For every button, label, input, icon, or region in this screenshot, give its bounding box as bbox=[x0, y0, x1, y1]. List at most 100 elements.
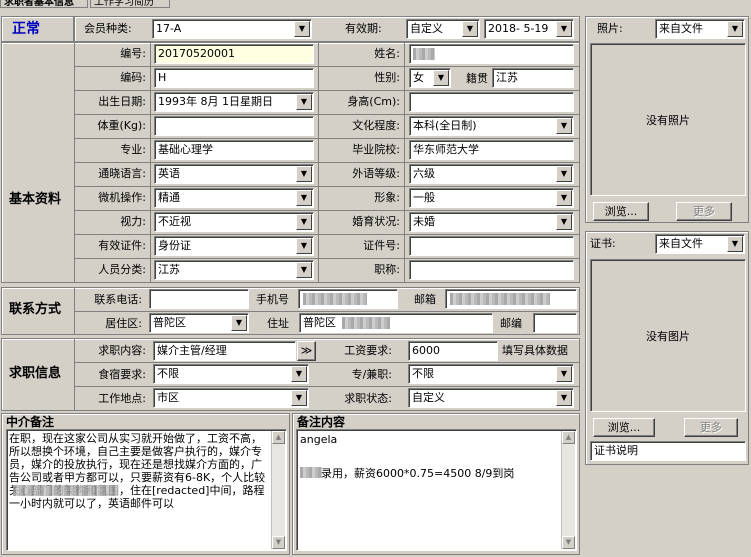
chevron-down-icon[interactable]: ▼ bbox=[556, 118, 572, 134]
cert-browse-button[interactable]: 浏览... bbox=[593, 418, 655, 437]
id-type-value: 身份证 bbox=[158, 239, 191, 252]
computer-select[interactable]: 精通 ▼ bbox=[154, 188, 314, 208]
phone-label: 联系电话: bbox=[94, 293, 142, 306]
chevron-down-icon[interactable]: ▼ bbox=[296, 190, 312, 206]
note-line-1: angela bbox=[300, 433, 338, 446]
id-field[interactable]: 20170520001 bbox=[154, 44, 314, 64]
marriage-label: 婚育状况: bbox=[352, 215, 400, 228]
email-field[interactable] bbox=[445, 289, 577, 309]
chevron-down-icon[interactable]: ▼ bbox=[433, 70, 449, 86]
chevron-down-icon[interactable]: ▼ bbox=[462, 21, 478, 37]
photo-source-select[interactable]: 来自文件 ▼ bbox=[655, 19, 745, 39]
note-scrollbar[interactable]: ▲ ▼ bbox=[561, 431, 575, 549]
photo-more-button[interactable]: 更多 bbox=[676, 202, 732, 221]
chevron-down-icon[interactable]: ▼ bbox=[727, 236, 743, 252]
scroll-up-icon[interactable]: ▲ bbox=[562, 431, 575, 444]
id-no-field[interactable] bbox=[409, 236, 574, 256]
board-value: 不限 bbox=[157, 367, 179, 380]
marriage-select[interactable]: 未婚 ▼ bbox=[409, 212, 574, 232]
location-select[interactable]: 市区 ▼ bbox=[153, 388, 309, 408]
cert-more-button[interactable]: 更多 bbox=[684, 418, 738, 437]
postcode-field[interactable] bbox=[533, 313, 577, 333]
id-type-label: 有效证件: bbox=[98, 239, 146, 252]
chevron-down-icon[interactable]: ▼ bbox=[556, 366, 572, 382]
member-type-value: 17-A bbox=[156, 22, 182, 35]
address-field[interactable]: 普陀区 bbox=[299, 313, 493, 333]
weight-field[interactable] bbox=[154, 116, 314, 136]
agent-note-textarea[interactable]: 在职，现在这家公司从实习就开始做了，工资不高，所以想换个环境，自己主要是做客户执… bbox=[6, 429, 287, 551]
job-status-select[interactable]: 自定义 ▼ bbox=[408, 388, 574, 408]
cert-image-box[interactable]: 没有图片 bbox=[590, 259, 746, 412]
photo-browse-button[interactable]: 浏览... bbox=[593, 202, 649, 221]
major-field[interactable]: 基础心理学 bbox=[154, 140, 314, 160]
chevron-down-icon[interactable]: ▼ bbox=[556, 390, 572, 406]
education-select[interactable]: 本科(全日制) ▼ bbox=[409, 116, 574, 136]
fulltime-select[interactable]: 不限 ▼ bbox=[408, 364, 574, 384]
chevron-down-icon[interactable]: ▼ bbox=[294, 21, 310, 37]
scroll-down-icon[interactable]: ▼ bbox=[272, 536, 285, 549]
language-select[interactable]: 英语 ▼ bbox=[154, 164, 314, 184]
scroll-down-icon[interactable]: ▼ bbox=[562, 536, 575, 549]
foreign-level-select[interactable]: 六级 ▼ bbox=[409, 164, 574, 184]
name-field[interactable] bbox=[409, 44, 574, 64]
board-select[interactable]: 不限 ▼ bbox=[153, 364, 309, 384]
chevron-down-icon[interactable]: ▼ bbox=[291, 390, 307, 406]
vision-select[interactable]: 不近视 ▼ bbox=[154, 212, 314, 232]
member-type-select[interactable]: 17-A ▼ bbox=[152, 19, 312, 39]
chevron-down-icon[interactable]: ▼ bbox=[296, 238, 312, 254]
id-type-select[interactable]: 身份证 ▼ bbox=[154, 236, 314, 256]
gender-select[interactable]: 女 ▼ bbox=[409, 68, 451, 88]
category-select[interactable]: 江苏 ▼ bbox=[154, 260, 314, 280]
cert-description-field[interactable]: 证书说明 bbox=[590, 441, 746, 461]
chevron-down-icon[interactable]: ▼ bbox=[296, 94, 312, 110]
job-section-title: 求职信息 bbox=[9, 366, 62, 381]
phone-field[interactable] bbox=[149, 289, 249, 309]
tab-basic-info[interactable]: 求职者基本信息 bbox=[0, 0, 88, 8]
scroll-up-icon[interactable]: ▲ bbox=[272, 431, 285, 444]
salary-field[interactable]: 6000 bbox=[408, 341, 498, 361]
appearance-select[interactable]: 一般 ▼ bbox=[409, 188, 574, 208]
chevron-down-icon[interactable]: ▼ bbox=[556, 21, 572, 37]
birth-label: 出生日期: bbox=[98, 95, 146, 108]
redacted-email bbox=[450, 293, 550, 305]
job-content-more-button[interactable]: ≫ bbox=[297, 341, 316, 361]
chevron-down-icon[interactable]: ▼ bbox=[296, 262, 312, 278]
school-field[interactable]: 华东师范大学 bbox=[409, 140, 574, 160]
chevron-down-icon[interactable]: ▼ bbox=[291, 366, 307, 382]
location-label: 工作地点: bbox=[98, 392, 146, 405]
district-select[interactable]: 普陀区 ▼ bbox=[149, 313, 249, 333]
gender-label: 性别: bbox=[374, 71, 400, 84]
note-textarea[interactable]: angela 录用，薪资6000*0.75=4500 8/9到岗 ▲ ▼ bbox=[296, 429, 577, 551]
height-field[interactable] bbox=[409, 92, 574, 112]
cert-source-select[interactable]: 来自文件 ▼ bbox=[655, 234, 745, 254]
address-label: 住址 bbox=[267, 317, 289, 330]
chevron-down-icon[interactable]: ▼ bbox=[727, 21, 743, 37]
agent-note-scrollbar[interactable]: ▲ ▼ bbox=[271, 431, 285, 549]
validity-mode-select[interactable]: 自定义 ▼ bbox=[406, 19, 480, 39]
id-no-label: 证件号: bbox=[363, 239, 400, 252]
salary-label: 工资要求: bbox=[344, 344, 392, 357]
note-title: 备注内容 bbox=[297, 415, 346, 429]
mobile-field[interactable] bbox=[298, 289, 398, 309]
job-content-field[interactable]: 媒介主管/经理 bbox=[153, 341, 296, 361]
chevron-down-icon[interactable]: ▼ bbox=[556, 214, 572, 230]
email-label: 邮箱 bbox=[414, 293, 436, 306]
chevron-down-icon[interactable]: ▼ bbox=[556, 190, 572, 206]
job-content-label: 求职内容: bbox=[98, 344, 146, 357]
job-status-label: 求职状态: bbox=[344, 392, 392, 405]
validity-date-picker[interactable]: 2018- 5-19 ▼ bbox=[484, 19, 574, 39]
category-label: 人员分类: bbox=[98, 263, 146, 276]
tab-work-history[interactable]: 工作学习简历 bbox=[90, 0, 170, 8]
district-value: 普陀区 bbox=[153, 316, 186, 329]
agent-note-title: 中介备注 bbox=[6, 415, 55, 429]
chevron-down-icon[interactable]: ▼ bbox=[296, 214, 312, 230]
native-field[interactable]: 江苏 bbox=[492, 68, 574, 88]
photo-box[interactable]: 没有照片 bbox=[590, 43, 746, 196]
job-title-field[interactable] bbox=[409, 260, 574, 280]
birth-date-picker[interactable]: 1993年 8月 1日星期日 ▼ bbox=[154, 92, 314, 112]
code-field[interactable]: H bbox=[154, 68, 314, 88]
chevron-down-icon[interactable]: ▼ bbox=[231, 315, 247, 331]
chevron-down-icon[interactable]: ▼ bbox=[556, 166, 572, 182]
chevron-down-icon[interactable]: ▼ bbox=[296, 166, 312, 182]
category-value: 江苏 bbox=[158, 263, 180, 276]
